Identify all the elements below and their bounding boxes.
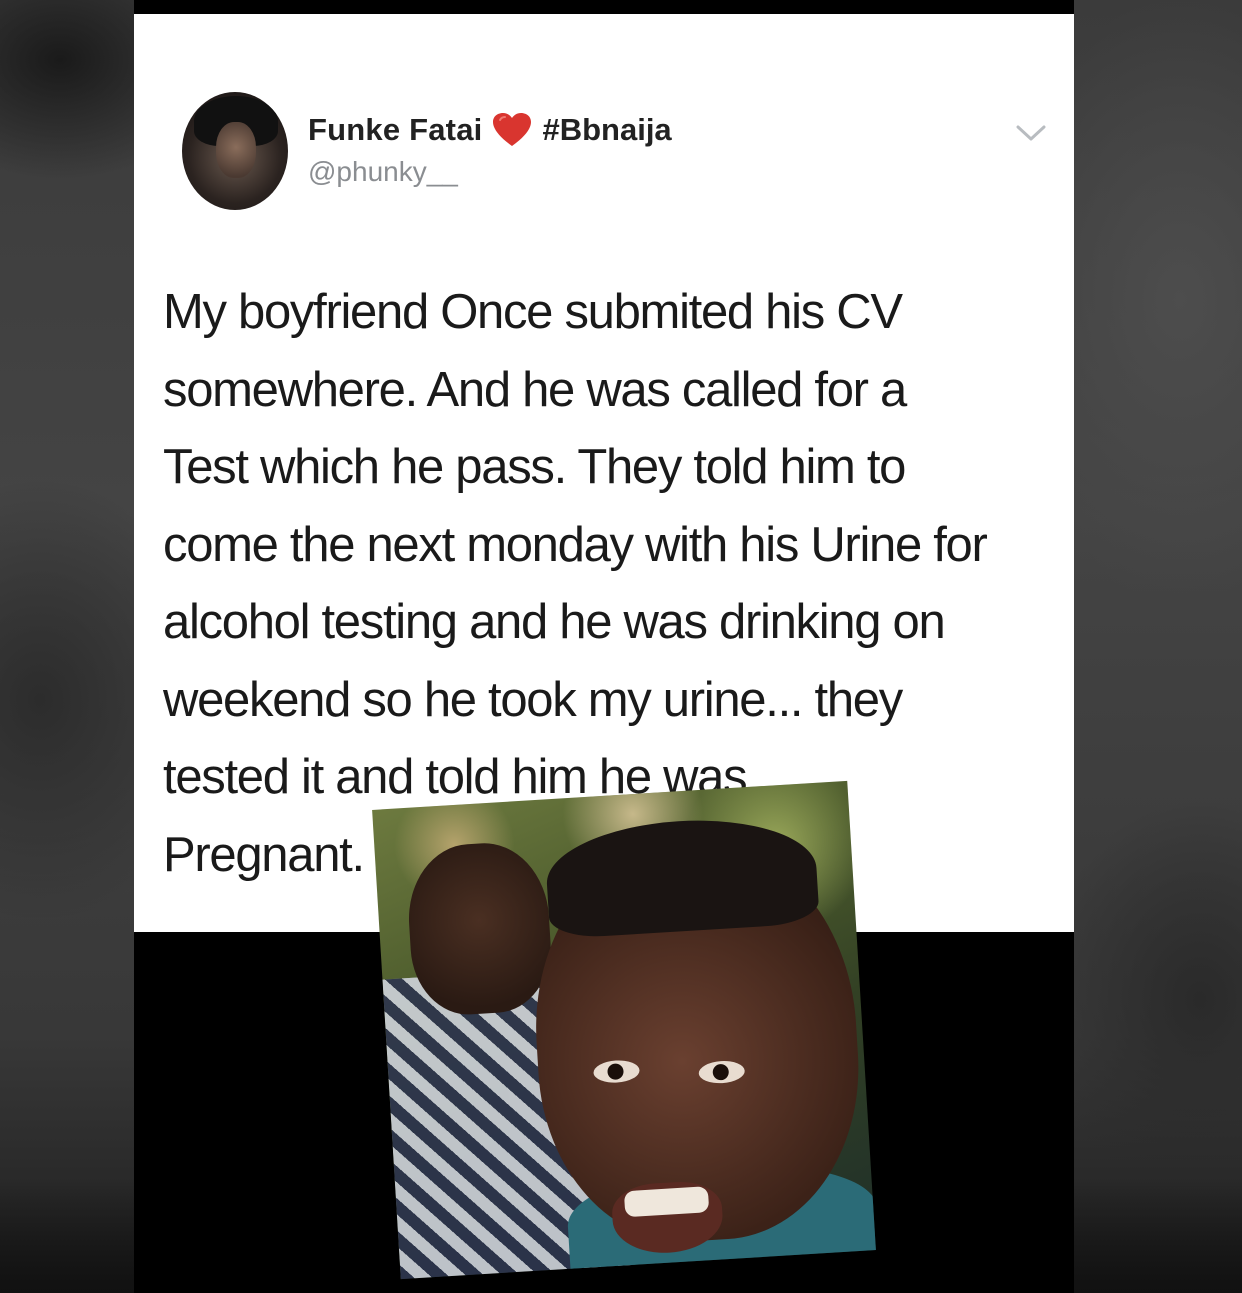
- user-handle[interactable]: @phunky__: [308, 156, 458, 188]
- avatar-face: [216, 122, 256, 178]
- reaction-meme-photo: [372, 780, 876, 1280]
- tweet-card: Funke Fatai #Bbnaija @phunky__ My boyfri…: [134, 14, 1074, 932]
- tweet-text-line: somewhere. And he was called for a: [163, 362, 907, 417]
- heart-icon: [493, 113, 532, 146]
- avatar[interactable]: [182, 92, 288, 210]
- tweet-text-line: Test which he pass. They told him to: [163, 440, 906, 494]
- tweet-text-line: alcohol testing and he was drinking on: [163, 595, 946, 649]
- name-hashtag[interactable]: #Bbnaija: [542, 112, 671, 148]
- author-name-row: Funke Fatai #Bbnaija: [308, 110, 672, 150]
- display-name[interactable]: Funke Fatai: [308, 112, 482, 148]
- tweet-text-line: weekend so he took my urine... they: [163, 672, 903, 727]
- tweet-text-line: come the next monday with his Urine for: [163, 517, 988, 572]
- chevron-down-icon[interactable]: [1014, 122, 1048, 144]
- tweet-text-line: My boyfriend Once submited his CV: [163, 285, 903, 339]
- photo-teeth: [623, 1186, 710, 1218]
